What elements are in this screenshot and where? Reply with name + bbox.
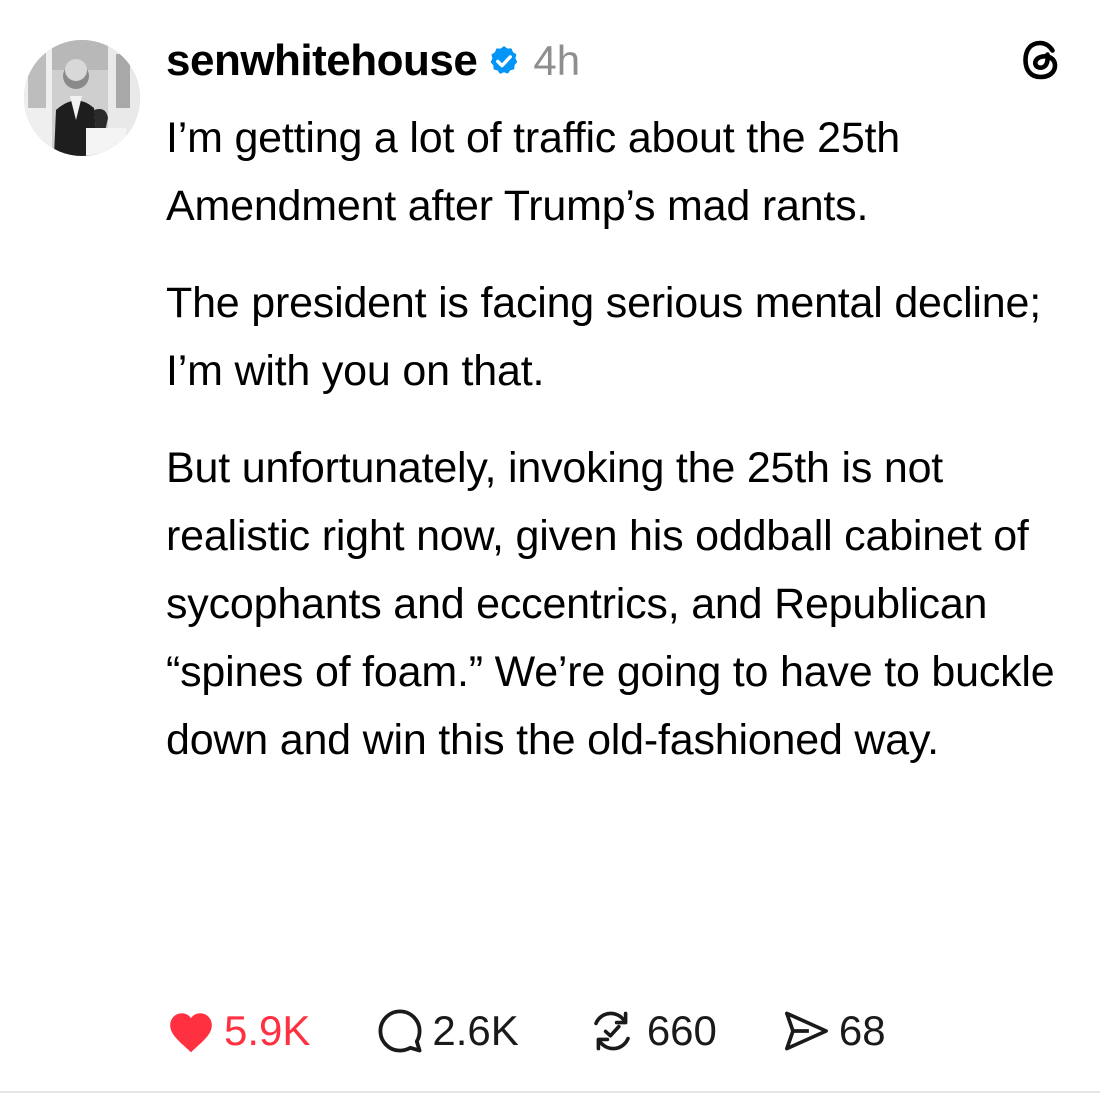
send-icon bbox=[781, 1008, 831, 1054]
post-paragraph: I’m getting a lot of traffic about the 2… bbox=[166, 114, 901, 230]
action-bar: 5.9K 2.6K 660 68 bbox=[166, 1002, 886, 1060]
share-button[interactable]: 68 bbox=[781, 1007, 886, 1055]
post-header: senwhitehouse 4h bbox=[166, 33, 580, 89]
post-divider bbox=[0, 1091, 1100, 1093]
avatar[interactable] bbox=[24, 40, 140, 156]
username[interactable]: senwhitehouse bbox=[166, 36, 478, 86]
verified-badge-icon bbox=[487, 44, 521, 78]
comment-icon bbox=[376, 1007, 424, 1055]
reply-count: 2.6K bbox=[432, 1007, 519, 1054]
post-body: I’m getting a lot of traffic about the 2… bbox=[166, 104, 1066, 774]
post-paragraph: But unfortunately, invoking the 25th is … bbox=[166, 444, 1055, 764]
heart-filled-icon bbox=[166, 1008, 216, 1054]
post-paragraph: The president is facing serious mental d… bbox=[166, 279, 1041, 395]
reply-button[interactable]: 2.6K bbox=[376, 1007, 519, 1055]
repost-count: 660 bbox=[646, 1007, 717, 1054]
like-button[interactable]: 5.9K bbox=[166, 1007, 310, 1055]
share-count: 68 bbox=[838, 1007, 886, 1054]
threads-logo-icon[interactable] bbox=[1018, 36, 1066, 84]
post-timestamp: 4h bbox=[533, 37, 581, 84]
like-count: 5.9K bbox=[224, 1007, 311, 1054]
threads-post: senwhitehouse 4h I’m getting a lot of tr… bbox=[0, 0, 1100, 1093]
avatar-photo bbox=[24, 40, 140, 156]
repost-icon bbox=[585, 1007, 639, 1055]
repost-button[interactable]: 660 bbox=[585, 1007, 717, 1055]
